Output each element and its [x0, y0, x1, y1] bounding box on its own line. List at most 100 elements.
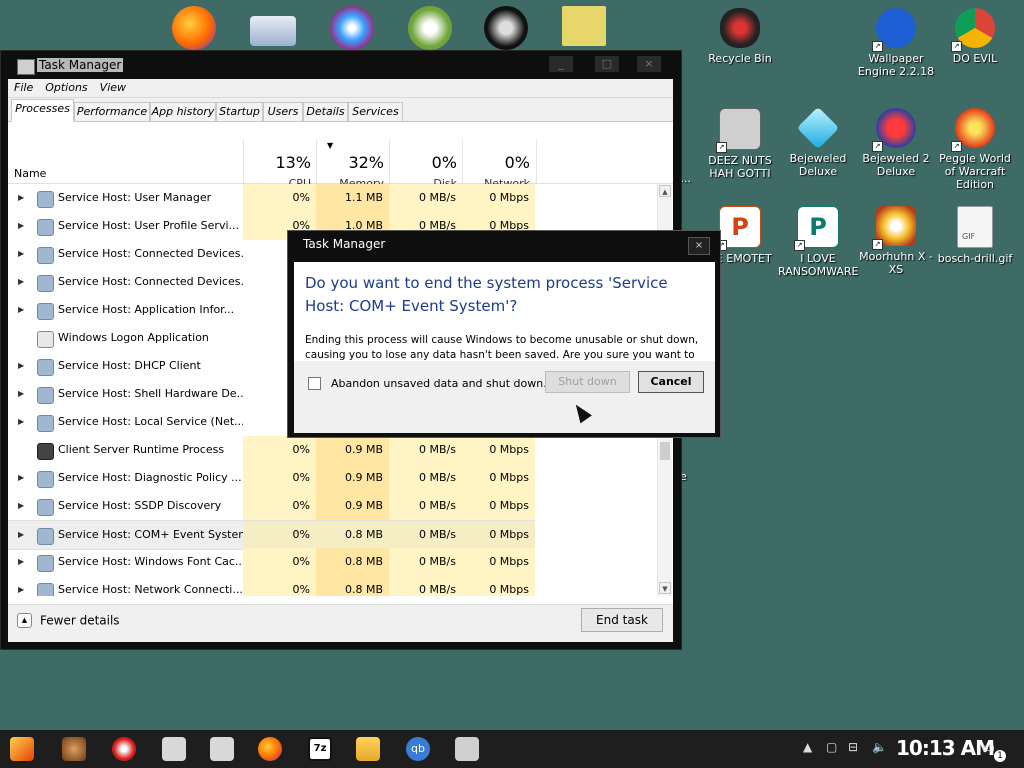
abandon-data-checkbox[interactable] — [308, 377, 321, 390]
cpu-cell: 0% — [243, 492, 316, 520]
tablet-mode-icon[interactable]: ▢ — [826, 740, 837, 754]
expand-icon[interactable]: ▶ — [18, 492, 24, 520]
desktop-icon-wallpaper-engine[interactable]: ↗ Wallpaper Engine 2.2.18 — [856, 8, 936, 78]
tab-processes[interactable]: Processes — [11, 99, 74, 122]
desktop-icon-label: I LOVE RANSOMWARE — [778, 252, 859, 278]
network-cell: 0 Mbps — [462, 521, 535, 549]
column-header-row: Name 13% CPU ▼ 32% Memory 0% Disk 0% Net… — [8, 139, 673, 190]
desktop-icon-ransomware[interactable]: P ↗ I LOVE RANSOMWARE — [778, 206, 858, 278]
expand-icon[interactable]: ▶ — [18, 521, 24, 549]
tab-app-history[interactable]: App history — [150, 102, 216, 122]
table-row[interactable]: ▶ Service Host: User Manager 0% 1.1 MB 0 MB/… — [8, 184, 535, 212]
dialog-close-button[interactable]: × — [688, 237, 710, 255]
plants-zombies-icon[interactable] — [408, 6, 452, 50]
desktop-icon-do-evil[interactable]: ↗ DO EVIL — [935, 8, 1015, 65]
dialog-footer: Abandon unsaved data and shut down. Shut… — [294, 361, 715, 433]
column-memory[interactable]: ▼ 32% Memory — [316, 139, 390, 190]
column-network[interactable]: 0% Network — [462, 139, 537, 190]
firefox-icon[interactable] — [172, 6, 216, 50]
scroll-thumb[interactable] — [660, 442, 670, 460]
memory-cell: 0.9 MB — [316, 436, 389, 464]
expand-icon[interactable]: ▶ — [18, 408, 24, 436]
csrss-icon — [37, 443, 54, 460]
maximize-button[interactable]: □ — [595, 56, 619, 72]
expand-icon[interactable]: ▶ — [18, 268, 24, 296]
menu-file[interactable]: File — [8, 79, 39, 96]
expand-icon[interactable]: ▶ — [18, 240, 24, 268]
expand-icon[interactable]: ▶ — [18, 184, 24, 212]
fewer-details-toggle[interactable]: ▲ Fewer details — [17, 613, 120, 628]
file-explorer-icon[interactable] — [356, 737, 380, 761]
abandon-data-label[interactable]: Abandon unsaved data and shut down. — [331, 377, 547, 390]
tab-startup[interactable]: Startup — [216, 102, 263, 122]
table-row[interactable]: ▶ Service Host: Network Connecti... 0% 0.8 … — [8, 576, 535, 596]
expand-icon[interactable]: ▶ — [18, 212, 24, 240]
pinned-app-icon-2[interactable] — [112, 737, 136, 761]
desktop-icon-moorhuhn[interactable]: ↗ Moorhuhn X - XS — [856, 206, 936, 276]
network-icon[interactable]: ⊟ — [848, 740, 858, 754]
volume-icon[interactable]: 🔈 — [872, 740, 887, 754]
network-scanner-icon[interactable] — [250, 16, 296, 46]
qbittorrent-icon[interactable]: qb — [406, 737, 430, 761]
network-cell: 0 Mbps — [462, 464, 535, 492]
table-row[interactable]: Client Server Runtime Process 0% 0.9 MB 0 M… — [8, 436, 535, 464]
chevron-up-icon[interactable]: ▲ — [803, 740, 812, 754]
expand-icon[interactable]: ▶ — [18, 548, 24, 576]
process-name: Service Host: Network Connecti... — [58, 583, 243, 596]
dialog-body: Do you want to end the system process 'S… — [294, 262, 715, 376]
end-process-dialog[interactable]: Task Manager × Do you want to end the sy… — [287, 230, 721, 438]
zip-file-icon[interactable] — [562, 6, 606, 46]
minimize-button[interactable]: _ — [549, 56, 573, 72]
desktop-icon-bejeweled-2[interactable]: ↗ Bejeweled 2 Deluxe — [856, 108, 936, 178]
window-title: Task Manager — [37, 58, 124, 72]
warcraft-icon[interactable] — [484, 6, 528, 50]
column-disk[interactable]: 0% Disk — [389, 139, 463, 190]
pinned-app-icon-4[interactable] — [210, 737, 234, 761]
column-name[interactable]: Name — [14, 167, 46, 180]
memory-cell: 0.9 MB — [316, 492, 389, 520]
process-name: Service Host: Local Service (Net... — [58, 415, 243, 428]
dialog-title: Task Manager — [303, 237, 386, 251]
table-row-selected[interactable]: ▶ Service Host: COM+ Event System 0% 0.8 MB… — [8, 520, 535, 550]
close-button[interactable]: × — [637, 56, 661, 72]
process-name: Windows Logon Application — [58, 331, 209, 344]
menu-view[interactable]: View — [94, 79, 132, 96]
pinned-app-icon-3[interactable] — [162, 737, 186, 761]
expand-icon[interactable]: ▶ — [18, 380, 24, 408]
pinned-app-icon-1[interactable] — [62, 737, 86, 761]
desktop-icon-recycle-bin[interactable]: Recycle Bin — [700, 8, 780, 65]
cpu-cell: 0% — [243, 548, 316, 576]
network-cell: 0 Mbps — [462, 548, 535, 576]
shut-down-button[interactable]: Shut down — [545, 371, 630, 393]
cancel-button[interactable]: Cancel — [638, 371, 704, 393]
menu-options[interactable]: Options — [39, 79, 93, 96]
tab-services[interactable]: Services — [348, 102, 403, 122]
start-button-icon[interactable] — [10, 737, 34, 761]
diamond-game-icon[interactable] — [330, 6, 374, 50]
clock[interactable]: 10:13 AM — [896, 736, 995, 760]
expand-icon[interactable]: ▶ — [18, 576, 24, 596]
table-row[interactable]: ▶ Service Host: SSDP Discovery 0% 0.9 MB 0 M… — [8, 492, 535, 520]
scroll-down-button[interactable]: ▼ — [659, 582, 671, 594]
7zip-icon[interactable]: 7z — [308, 737, 332, 761]
end-task-button[interactable]: End task — [581, 608, 663, 632]
desktop-icon-bejeweled[interactable]: Bejeweled Deluxe — [778, 106, 858, 178]
expand-icon[interactable]: ▶ — [18, 352, 24, 380]
fewer-details-label: Fewer details — [40, 613, 120, 628]
firefox-taskbar-icon[interactable] — [258, 737, 282, 761]
expand-icon[interactable]: ▶ — [18, 464, 24, 492]
table-row[interactable]: ▶ Service Host: Windows Font Cac... 0% 0.8 … — [8, 548, 535, 576]
tab-details[interactable]: Details — [303, 102, 348, 122]
desktop-icon-peggle[interactable]: ↗ Peggle World of Warcraft Edition — [935, 108, 1015, 191]
desktop-icon-bosch-drill[interactable]: GIF bosch-drill.gif — [935, 206, 1015, 265]
tab-performance[interactable]: Performance — [74, 102, 150, 122]
tab-users[interactable]: Users — [263, 102, 303, 122]
task-manager-taskbar-icon[interactable] — [455, 737, 479, 761]
title-bar[interactable]: Task Manager _ □ × — [1, 51, 681, 79]
gear-icon — [37, 359, 54, 376]
desktop-icon-deez-nuts[interactable]: ↗ DEEZ NUTS HAH GOTTI — [700, 108, 780, 180]
column-cpu[interactable]: 13% CPU — [243, 139, 317, 190]
table-row[interactable]: ▶ Service Host: Diagnostic Policy ... 0% 0.… — [8, 464, 535, 492]
scroll-up-button[interactable]: ▲ — [659, 185, 671, 197]
expand-icon[interactable]: ▶ — [18, 296, 24, 324]
